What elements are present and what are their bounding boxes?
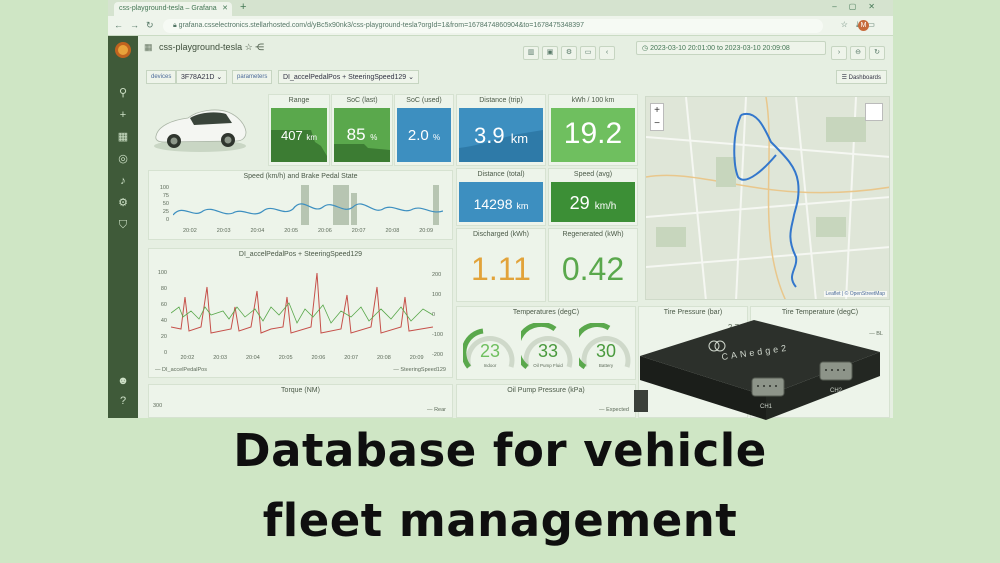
- layers-icon[interactable]: [865, 103, 883, 121]
- nav-buttons[interactable]: ←→↻: [114, 20, 161, 31]
- tab-title: css-playground-tesla – Grafana: [119, 5, 217, 12]
- compass-icon[interactable]: ◎: [116, 152, 130, 166]
- dashboards-icon[interactable]: ▦: [116, 130, 130, 144]
- refresh-icon[interactable]: ↻: [869, 46, 885, 60]
- headline-line1: Database for vehicle: [233, 424, 767, 477]
- stat-distance-total[interactable]: Distance (total) 14298 km: [456, 168, 546, 226]
- user-avatar-icon[interactable]: ☻: [116, 374, 130, 388]
- page-title[interactable]: ▦ css-playground-tesla ☆ ⋲: [144, 42, 264, 53]
- grafana-sidebar: ⚲ + ▦ ◎ ♪ ⚙ ⛉ ☻ ?: [108, 36, 138, 418]
- bell-icon[interactable]: ♪: [116, 174, 130, 188]
- add-panel-icon[interactable]: ▥: [523, 46, 539, 60]
- accel-yaxis-left: 100 80 60 40 20 0: [157, 270, 167, 356]
- browser-tab[interactable]: css-playground-tesla – Grafana ✕: [114, 2, 232, 16]
- var-parameters-select[interactable]: DI_accelPedalPos + SteeringSpeed129 ⌄: [278, 70, 419, 84]
- stat-speed-avg[interactable]: Speed (avg) 29 km/h: [548, 168, 638, 226]
- route-map: [646, 97, 889, 299]
- canedge-device-image: CANedge2 CH1 CH2: [634, 320, 880, 420]
- headline-line2: fleet management: [262, 494, 738, 547]
- port-ch1-label: CH1: [760, 404, 773, 410]
- speed-chart-title: Speed (km/h) and Brake Pedal State: [243, 173, 358, 180]
- speed-line: [173, 185, 443, 225]
- port-ch2-label: CH2: [830, 388, 843, 394]
- var-label-devices: devices: [146, 70, 177, 84]
- stat-regenerated[interactable]: Regenerated (kWh) 0.42: [548, 228, 638, 302]
- help-icon[interactable]: ?: [116, 394, 130, 408]
- back-icon[interactable]: ‹: [599, 46, 615, 60]
- panel-speed-chart[interactable]: Speed (km/h) and Brake Pedal State 100 75…: [148, 170, 453, 240]
- panel-torque[interactable]: Torque (NM) 300 — Rear: [148, 384, 453, 418]
- car-image: [154, 109, 247, 152]
- map-attribution[interactable]: Leaflet | © OpenStreetMap: [823, 291, 887, 297]
- shield-icon[interactable]: ⛉: [116, 218, 130, 232]
- new-tab-icon[interactable]: +: [240, 1, 246, 13]
- panel-oil-pressure[interactable]: Oil Pump Pressure (kPa) — Expected: [456, 384, 636, 418]
- plus-icon[interactable]: +: [116, 108, 130, 122]
- var-label-parameters: parameters: [232, 70, 273, 84]
- star-icon[interactable]: ☆: [245, 42, 256, 52]
- stat-distance-trip[interactable]: Distance (trip) 3.9 km: [456, 94, 546, 166]
- gauges: 23 Indoor 33 Oil Pump Fluid 30 Battery: [461, 323, 633, 379]
- stat-discharged[interactable]: Discharged (kWh) 1.11: [456, 228, 546, 302]
- accel-yaxis-right: 200 100 0 -100 -200: [432, 272, 444, 358]
- browser-tabbar: css-playground-tesla – Grafana ✕ + –▢✕: [108, 0, 893, 16]
- speed-yaxis: 100 75 50 25 0: [159, 185, 169, 223]
- browser-toolbar: ←→↻ 🔒︎ grafana.csselectronics.stellarhos…: [108, 16, 893, 36]
- share-icon[interactable]: ⋲: [255, 42, 264, 52]
- zoom-out-icon[interactable]: ⊖: [850, 46, 866, 60]
- save-icon[interactable]: ▣: [542, 46, 558, 60]
- close-icon[interactable]: ✕: [222, 4, 228, 12]
- stat-soc-last[interactable]: SoC (last) 85 %: [331, 94, 393, 166]
- accel-lines: [171, 272, 433, 334]
- accel-chart-title: DI_accelPedalPos + SteeringSpeed129: [238, 251, 363, 258]
- accel-legend-left[interactable]: — DI_accelPedalPos: [155, 367, 207, 373]
- apps-icon: ▦: [144, 42, 153, 52]
- search-icon[interactable]: ⚲: [116, 86, 130, 100]
- address-bar[interactable]: 🔒︎ grafana.csselectronics.stellarhosted.…: [163, 19, 823, 33]
- panel-temperatures[interactable]: Temperatures (degC) 23 Indoor 33 Oil Pum…: [456, 306, 636, 380]
- panel-accel-chart[interactable]: DI_accelPedalPos + SteeringSpeed129 100 8…: [148, 248, 453, 378]
- accel-legend-right[interactable]: — SteeringSpeed129: [393, 367, 446, 373]
- stat-range[interactable]: Range 407 km: [268, 94, 330, 166]
- settings-icon[interactable]: ⚙: [561, 46, 577, 60]
- accel-xaxis: 20:02 20:03 20:04 20:05 20:06 20:07 20:08 20:09: [180, 355, 424, 361]
- map-zoom-controls[interactable]: + −: [650, 103, 664, 131]
- time-controls: › ⊖ ↻: [831, 41, 888, 60]
- stat-kwh-per-100km[interactable]: kWh / 100 km 19.2: [548, 94, 638, 166]
- time-picker[interactable]: ◷ 2023-03-10 20:01:00 to 2023-03-10 20:0…: [636, 41, 826, 55]
- url-text: grafana.csselectronics.stellarhosted.com…: [178, 22, 584, 29]
- window-controls[interactable]: –▢✕: [832, 2, 887, 11]
- avatar[interactable]: M: [858, 20, 869, 31]
- map-panel[interactable]: + − Leaflet | © OpenStreetMap: [645, 96, 890, 300]
- dashboard-actions: ▥ ▣ ⚙ ▭ ‹: [523, 41, 618, 60]
- tv-icon[interactable]: ▭: [580, 46, 596, 60]
- grafana-logo-icon[interactable]: [115, 42, 131, 58]
- gear-icon[interactable]: ⚙: [116, 196, 130, 210]
- dashboards-button[interactable]: ☰ Dashboards: [835, 70, 887, 84]
- stat-soc-used[interactable]: SoC (used) 2.0 %: [394, 94, 454, 166]
- var-devices-select[interactable]: 3F78A21D ⌄: [176, 70, 228, 84]
- dashboard-header: ▦ css-playground-tesla ☆ ⋲ ▥ ▣ ⚙ ▭ ‹ ◷ 2023-…: [138, 36, 893, 60]
- speed-xaxis: 20:02 20:03 20:04 20:05 20:06 20:07 20:08 20:09: [182, 228, 433, 234]
- forward-icon[interactable]: ›: [831, 46, 847, 60]
